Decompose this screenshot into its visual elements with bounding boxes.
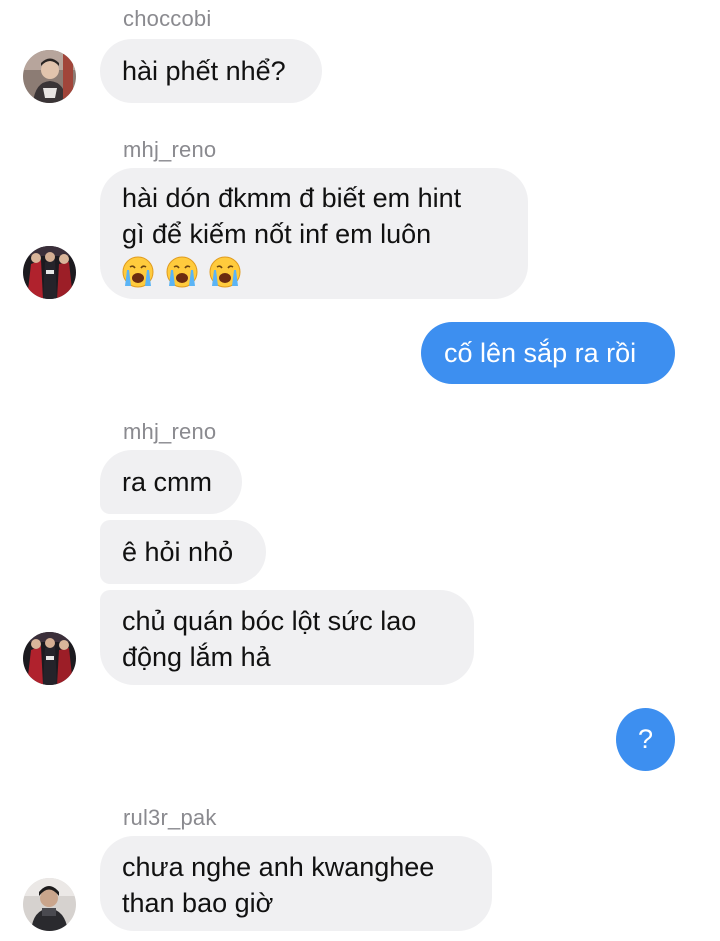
message-text-line: than bao giờ [122, 888, 274, 918]
message-bubble-incoming[interactable]: chủ quán bóc lột sức lao động lắm hả [100, 590, 474, 685]
message-text: ? [637, 724, 654, 754]
message-bubble-incoming[interactable]: hài phết nhể? [100, 39, 322, 103]
message-text-line: động lắm hả [122, 642, 271, 672]
avatar-image [23, 632, 76, 685]
crying-face-emoji-icon [122, 256, 154, 288]
avatar-image [23, 878, 76, 931]
avatar-image [23, 246, 76, 299]
message-text-line: chủ quán bóc lột sức lao [122, 606, 417, 636]
message-bubble-incoming[interactable]: ra cmm [100, 450, 242, 514]
message-bubble-outgoing[interactable]: cố lên sắp ra rồi [421, 322, 675, 384]
avatar-rul3r-pak[interactable] [23, 878, 76, 931]
message-text: cố lên sắp ra rồi [444, 338, 637, 368]
message-text-line: hài dón đkmm đ biết em hint [122, 183, 462, 213]
message-bubble-outgoing[interactable]: ? [616, 708, 675, 771]
message-text-line: chưa nghe anh kwanghee [122, 852, 435, 882]
message-text: hài phết nhể? [122, 56, 286, 86]
message-bubble-incoming[interactable]: hài dón đkmm đ biết em hint gì để kiếm n… [100, 168, 528, 299]
avatar-mhj-reno[interactable] [23, 246, 76, 299]
sender-name: choccobi [123, 6, 212, 31]
message-text: ê hỏi nhỏ [122, 537, 234, 567]
emoji-row [122, 252, 506, 288]
crying-face-emoji-icon [209, 256, 241, 288]
message-text-line: gì để kiếm nốt inf em luôn [122, 219, 432, 249]
sender-name: rul3r_pak [123, 805, 217, 830]
crying-face-emoji-icon [166, 256, 198, 288]
message-bubble-incoming[interactable]: ê hỏi nhỏ [100, 520, 266, 584]
avatar-choccobi[interactable] [23, 50, 76, 103]
avatar-image [23, 50, 76, 103]
chat-thread[interactable]: choccobi hài phết nhể? mhj_reno hài dón … [0, 0, 720, 941]
message-text: ra cmm [122, 467, 212, 497]
sender-name: mhj_reno [123, 419, 217, 444]
sender-name: mhj_reno [123, 137, 217, 162]
avatar-mhj-reno[interactable] [23, 632, 76, 685]
message-bubble-incoming[interactable]: chưa nghe anh kwanghee than bao giờ [100, 836, 492, 931]
